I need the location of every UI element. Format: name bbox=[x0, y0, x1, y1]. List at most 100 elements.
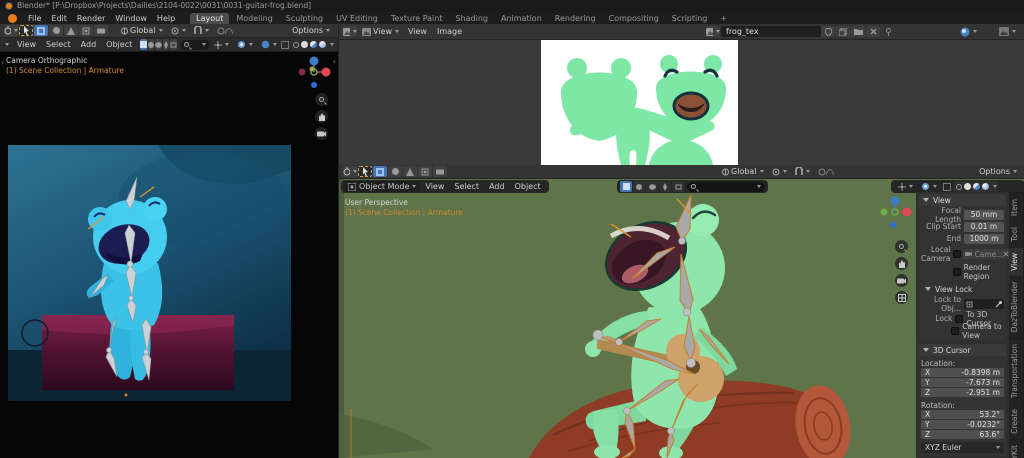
cursor-location-y[interactable]: Y-7.673 m bbox=[921, 378, 1004, 387]
workspace-tab-compositing[interactable]: Compositing bbox=[603, 13, 665, 24]
bottom-options-dropdown[interactable]: Options bbox=[975, 167, 1021, 176]
bottom-proportional-edit-icon[interactable] bbox=[814, 168, 838, 176]
lock-to-object-field[interactable] bbox=[964, 299, 1004, 309]
left-pivot-dropdown[interactable] bbox=[167, 27, 190, 35]
view-lock-panel-header[interactable]: View Lock bbox=[921, 283, 1004, 295]
mode-toggle-icon-5[interactable] bbox=[94, 25, 108, 36]
bottom-menu-view[interactable]: View bbox=[420, 182, 449, 191]
left-visibility-armature-icon[interactable] bbox=[163, 39, 169, 50]
bottom-gizmo-dropdown[interactable] bbox=[894, 183, 917, 191]
camera-view-icon[interactable] bbox=[315, 127, 328, 140]
workspace-tab-rendering[interactable]: Rendering bbox=[549, 13, 602, 24]
left-visibility-mesh-icon[interactable] bbox=[140, 39, 147, 50]
bottom-xray-toggle-icon[interactable] bbox=[941, 181, 952, 192]
left-visibility-empty-icon[interactable] bbox=[170, 39, 177, 50]
sidebar-tab-blenderkit[interactable]: BlenderKit bbox=[1009, 440, 1023, 458]
clip-start-field[interactable]: 0.01 m bbox=[964, 222, 1004, 232]
cursor-location-z[interactable]: Z-2.951 m bbox=[921, 388, 1004, 397]
menu-render[interactable]: Render bbox=[72, 14, 110, 23]
left-orientation-dropdown[interactable]: Global bbox=[117, 26, 167, 35]
image-display-mode-dropdown[interactable]: View bbox=[358, 27, 403, 36]
bottom-editor-type-icon[interactable] bbox=[343, 166, 357, 177]
cursor-rotation-z[interactable]: Z63.6° bbox=[921, 430, 1004, 439]
bottom-snap-magnet-icon[interactable] bbox=[791, 167, 814, 176]
bottom-visibility-monkey-icon[interactable] bbox=[646, 181, 658, 192]
view-panel-header[interactable]: View bbox=[919, 194, 1006, 206]
bottom-ortho-grid-icon[interactable] bbox=[895, 291, 908, 304]
workspace-tab-uv-editing[interactable]: UV Editing bbox=[330, 13, 384, 24]
mode-toggle-icon-2[interactable] bbox=[49, 25, 63, 36]
left-snap-magnet-icon[interactable] bbox=[190, 26, 213, 35]
left-search-filter-chevron[interactable] bbox=[202, 43, 206, 46]
menu-help[interactable]: Help bbox=[152, 14, 180, 23]
bottom-active-tool-select-icon[interactable] bbox=[358, 166, 372, 177]
editor-type-3dview-icon[interactable] bbox=[4, 25, 18, 36]
bottom-overlays-dropdown[interactable] bbox=[917, 182, 941, 191]
bottom-pan-hand-icon[interactable] bbox=[895, 257, 908, 270]
local-camera-checkbox[interactable] bbox=[953, 250, 961, 258]
sidebar-tab-tool[interactable]: Tool bbox=[1009, 222, 1023, 247]
image-browse-icon[interactable] bbox=[706, 26, 720, 37]
open-image-folder-icon[interactable] bbox=[851, 26, 865, 37]
workspace-tab-sculpting[interactable]: Sculpting bbox=[280, 13, 329, 24]
mode-toggle-icon-4[interactable] bbox=[79, 25, 93, 36]
bottom-camera-view-icon[interactable] bbox=[895, 274, 908, 287]
zoom-icon[interactable] bbox=[315, 93, 328, 106]
workspace-tab-layout[interactable]: Layout bbox=[190, 13, 229, 24]
mode-dropdown[interactable]: Object Mode bbox=[344, 181, 420, 192]
left-toolbar-toggle-arrow[interactable]: › bbox=[1, 58, 4, 67]
workspace-tab-texture-paint[interactable]: Texture Paint bbox=[385, 13, 449, 24]
left-overlays-dropdown[interactable] bbox=[233, 40, 257, 49]
cursor-panel-header[interactable]: 3D Cursor bbox=[919, 344, 1006, 356]
left-shading-chevron[interactable] bbox=[330, 43, 334, 46]
bottom-visibility-sphere-icon[interactable] bbox=[633, 181, 645, 192]
menu-edit[interactable]: Edit bbox=[46, 14, 72, 23]
left-visibility-sphere-icon[interactable] bbox=[148, 39, 154, 50]
euler-mode-dropdown[interactable]: XYZ Euler bbox=[921, 442, 1004, 453]
bottom-visibility-mesh-icon[interactable] bbox=[620, 181, 632, 192]
image-menu-image[interactable]: Image bbox=[432, 27, 467, 36]
bottom-menu-add[interactable]: Add bbox=[484, 182, 510, 191]
bottom-menu-object[interactable]: Object bbox=[510, 182, 546, 191]
new-image-copy-icon[interactable] bbox=[836, 26, 850, 37]
render-region-checkbox[interactable] bbox=[953, 268, 961, 276]
cursor-rotation-y[interactable]: Y-0.0232° bbox=[921, 420, 1004, 429]
left-sidebar-toggle-arrow[interactable]: ‹ bbox=[333, 57, 336, 66]
pan-hand-icon[interactable] bbox=[315, 110, 328, 123]
bottom-zoom-icon[interactable] bbox=[895, 240, 908, 253]
workspace-tab-shading[interactable]: Shading bbox=[449, 13, 494, 24]
left-search-input[interactable] bbox=[180, 40, 210, 50]
image-editor-options-icon[interactable] bbox=[995, 27, 1020, 36]
left-menu-object[interactable]: Object bbox=[101, 40, 137, 49]
bottom-shading-material-icon[interactable] bbox=[973, 183, 980, 190]
left-shading-solid-icon[interactable] bbox=[301, 41, 308, 48]
image-name-field[interactable]: frog_tex bbox=[721, 26, 821, 37]
left-shading-render-pass-dropdown[interactable] bbox=[257, 40, 281, 49]
bottom-shading-wireframe-icon[interactable] bbox=[956, 184, 962, 190]
bottom-menu-select[interactable]: Select bbox=[449, 182, 484, 191]
bottom-navigation-gizmo[interactable] bbox=[877, 195, 913, 231]
image-editor[interactable]: View View Image frog_tex bbox=[338, 24, 1024, 165]
left-shading-material-icon[interactable] bbox=[310, 41, 317, 48]
workspace-tab-modeling[interactable]: Modeling bbox=[230, 13, 278, 24]
left-menu-add[interactable]: Add bbox=[76, 40, 102, 49]
bottom-mode-toggle-icon-5[interactable] bbox=[433, 166, 447, 177]
left-shading-wireframe-icon[interactable] bbox=[293, 42, 299, 48]
add-workspace-button[interactable]: + bbox=[714, 13, 733, 24]
bottom-pivot-dropdown[interactable] bbox=[768, 168, 791, 176]
cursor-location-x[interactable]: X-0.8398 m bbox=[921, 368, 1004, 377]
clip-end-field[interactable]: 1000 m bbox=[964, 234, 1004, 244]
sidebar-tab-view[interactable]: View bbox=[1009, 248, 1023, 276]
bottom-visibility-armature-icon[interactable] bbox=[659, 181, 671, 192]
bottom-3d-viewport[interactable]: Global Options Object Mode View Select A… bbox=[338, 165, 1024, 458]
active-tool-select-icon[interactable] bbox=[19, 25, 33, 36]
left-gizmo-dropdown[interactable] bbox=[210, 41, 233, 49]
sidebar-tab-create[interactable]: Create bbox=[1009, 404, 1023, 439]
sidebar-tab-daztoblender[interactable]: DazToBlender bbox=[1009, 276, 1023, 337]
focal-length-field[interactable]: 50 mm bbox=[964, 210, 1004, 220]
bottom-mode-toggle-icon-1[interactable] bbox=[373, 166, 387, 177]
blender-menu-icon[interactable] bbox=[8, 14, 17, 23]
bottom-search-filter-chevron[interactable] bbox=[757, 185, 761, 188]
left-options-dropdown[interactable]: Options bbox=[288, 26, 334, 35]
left-menu-select[interactable]: Select bbox=[41, 40, 76, 49]
